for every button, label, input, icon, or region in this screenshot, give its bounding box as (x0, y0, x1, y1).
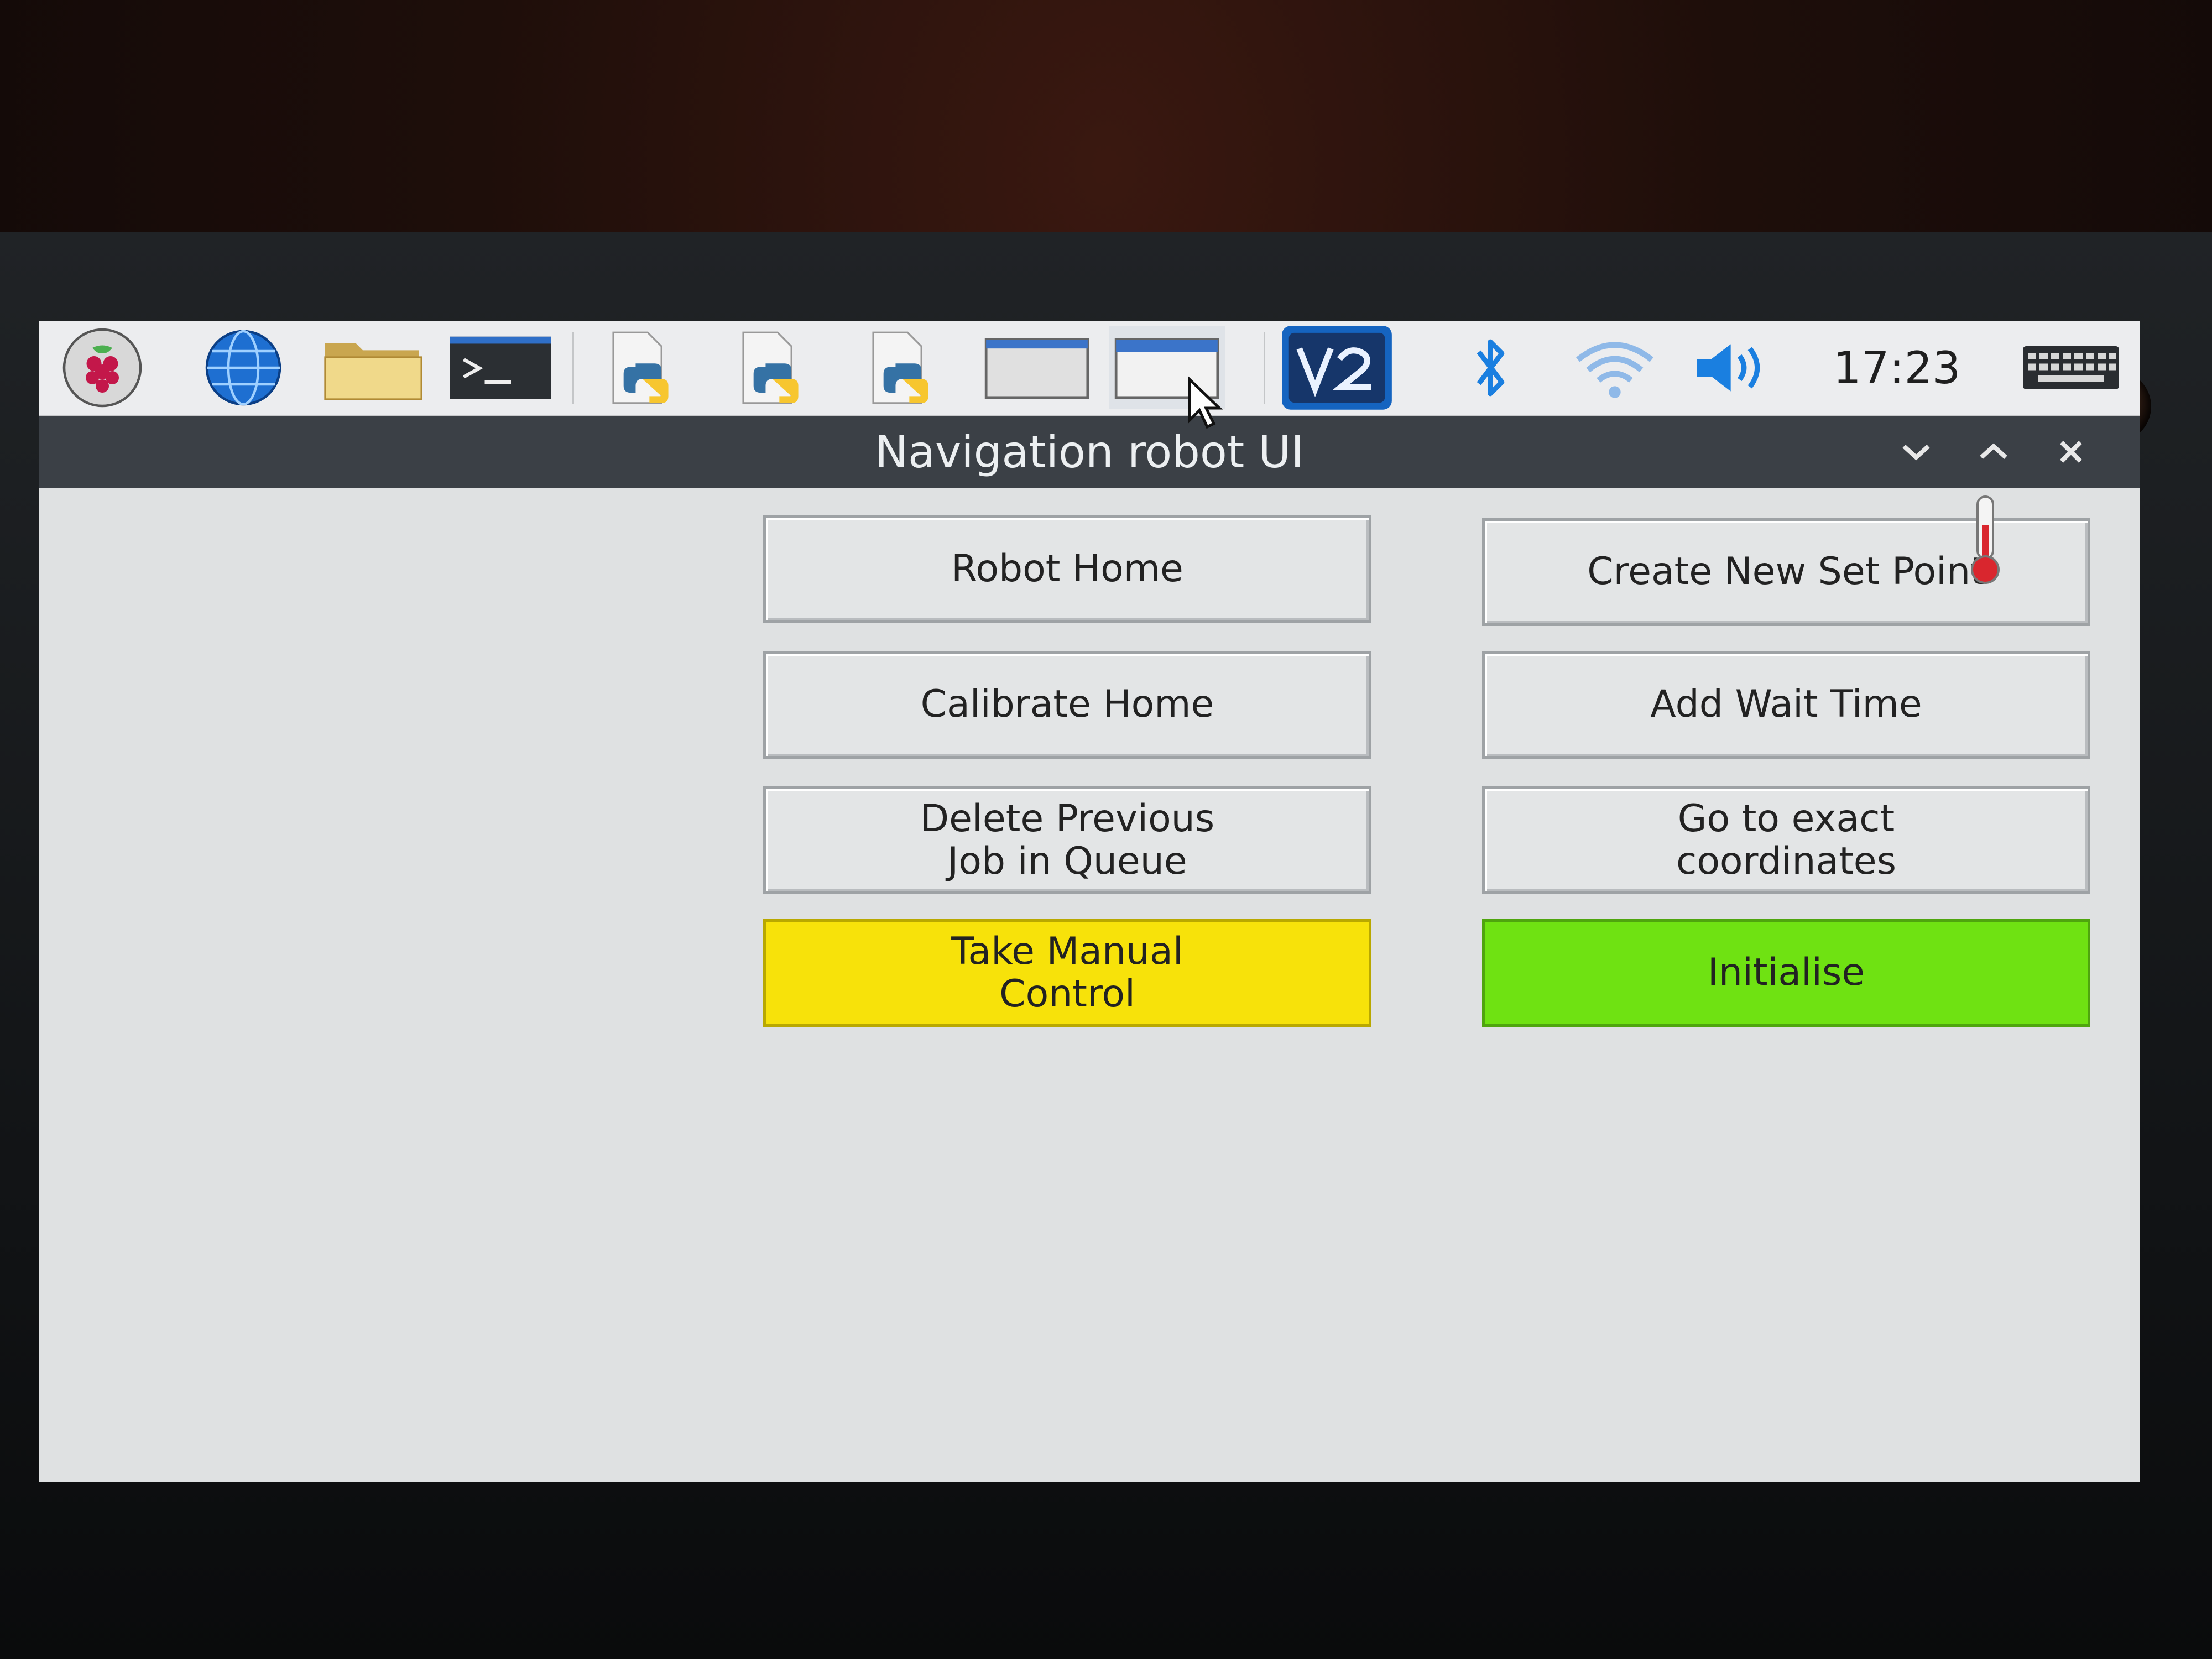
calibrate-home-button[interactable]: Calibrate Home (763, 651, 1371, 759)
thermometer-icon (1971, 495, 2000, 584)
maximize-chevron-up-icon[interactable] (1963, 416, 2024, 488)
bluetooth-icon[interactable] (1446, 326, 1535, 409)
raspberry-menu-icon[interactable] (50, 326, 155, 409)
wifi-icon[interactable] (1565, 326, 1665, 409)
go-to-exact-coordinates-button[interactable]: Go to exact coordinates (1482, 786, 2090, 894)
robot-home-button[interactable]: Robot Home (763, 515, 1371, 623)
window-titlebar: Navigation robot UI (39, 416, 2140, 488)
window-icon[interactable] (979, 326, 1095, 409)
initialise-button[interactable]: Initialise (1482, 919, 2090, 1027)
window-content: Robot Home Create New Set Point Calibrat… (39, 488, 2140, 1482)
display-screen: 17:23 Navigation robot UI Robot Home Cre… (39, 321, 2140, 1482)
volume-icon[interactable] (1684, 326, 1783, 409)
minimize-chevron-down-icon[interactable] (1886, 416, 1947, 488)
mouse-cursor-icon (1188, 376, 1223, 429)
take-manual-control-button[interactable]: Take Manual Control (763, 919, 1371, 1027)
python-file-icon[interactable] (586, 326, 702, 409)
delete-previous-job-button[interactable]: Delete Previous Job in Queue (763, 786, 1371, 894)
taskbar: 17:23 (39, 321, 2140, 416)
add-wait-time-button[interactable]: Add Wait Time (1482, 651, 2090, 759)
keyboard-icon[interactable] (2016, 326, 2126, 409)
vnc-icon[interactable] (1277, 326, 1396, 410)
file-manager-icon[interactable] (315, 326, 431, 409)
window-title: Navigation robot UI (875, 426, 1304, 478)
web-browser-icon[interactable] (188, 326, 299, 409)
python-file-icon[interactable] (716, 326, 832, 409)
python-file-icon[interactable] (846, 326, 962, 409)
clock[interactable]: 17:23 (1819, 321, 1974, 415)
terminal-icon[interactable] (445, 326, 556, 409)
close-icon[interactable] (2041, 416, 2101, 488)
